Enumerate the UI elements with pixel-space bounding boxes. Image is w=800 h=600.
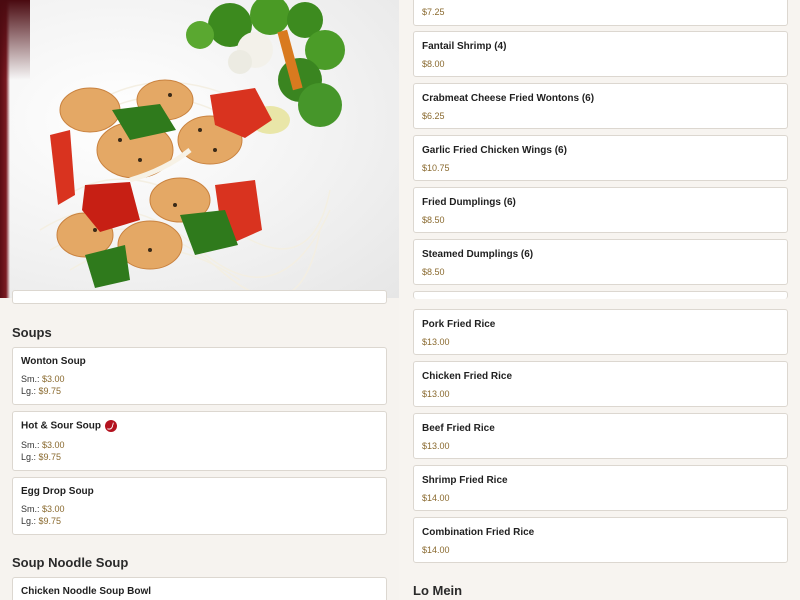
menu-item-name: Shrimp Fried Rice — [422, 475, 508, 486]
menu-item-name: Pork Fried Rice — [422, 319, 496, 330]
section-title-soups: Soups — [12, 325, 52, 340]
menu-item-price: $14.00 — [422, 493, 450, 503]
menu-item-price: $13.00 — [422, 389, 450, 399]
section-gap — [399, 299, 800, 302]
menu-item-name: Wonton Soup — [21, 356, 86, 367]
menu-item-chicken-fried-rice[interactable]: Chicken Fried Rice $13.00 — [413, 361, 788, 407]
menu-item-price-large: Lg.: $9.75 — [21, 386, 62, 396]
menu-item-combination-fried-rice[interactable]: Combination Fried Rice $14.00 — [413, 517, 788, 563]
menu-item-price-large: Lg.: $9.75 — [21, 452, 62, 462]
menu-item-garlic-fried-chicken-wings[interactable]: Garlic Fried Chicken Wings (6) $10.75 — [413, 135, 788, 181]
section-title-lo-mein: Lo Mein — [413, 583, 463, 598]
menu-item-price: $13.00 — [422, 441, 450, 451]
list-item-partial[interactable] — [413, 291, 788, 299]
menu-item-price: $7.25 — [422, 7, 445, 17]
menu-item-price: $13.00 — [422, 337, 450, 347]
menu-item-shrimp-fried-rice[interactable]: Shrimp Fried Rice $14.00 — [413, 465, 788, 511]
menu-item-name: Beef Fried Rice — [422, 423, 495, 434]
list-item-partial[interactable] — [12, 290, 387, 304]
menu-item-wonton-soup[interactable]: Wonton Soup Sm.: $3.00 Lg.: $9.75 — [12, 347, 387, 405]
menu-item-price: $10.75 — [422, 163, 450, 173]
menu-item-name: Combination Fried Rice — [422, 527, 535, 538]
menu-item-crabmeat-cheese-fried-wontons[interactable]: Crabmeat Cheese Fried Wontons (6) $6.25 — [413, 83, 788, 129]
right-column: $7.25 Fantail Shrimp (4) $8.00 Crabmeat … — [399, 0, 800, 600]
menu-item-price: $8.50 — [422, 215, 445, 225]
menu-item-fried-dumplings[interactable]: Fried Dumplings (6) $8.50 — [413, 187, 788, 233]
section-title-soup-noodle-soup: Soup Noodle Soup — [12, 555, 129, 570]
dish-illustration — [39, 0, 345, 298]
menu-item-price: $14.00 — [422, 545, 450, 555]
menu-item-name: Chicken Fried Rice — [422, 371, 513, 382]
menu-item-steamed-dumplings[interactable]: Steamed Dumplings (6) $8.50 — [413, 239, 788, 285]
menu-item-name-wrapper: Hot & Sour Soup — [21, 420, 117, 432]
menu-item-egg-drop-soup[interactable]: Egg Drop Soup Sm.: $3.00 Lg.: $9.75 — [12, 477, 387, 535]
spicy-pepper-icon — [105, 420, 117, 432]
menu-item-beef-fried-rice[interactable]: Beef Fried Rice $13.00 — [413, 413, 788, 459]
menu-item-name: Egg Drop Soup — [21, 486, 94, 497]
menu-item-chicken-noodle-soup-bowl[interactable]: Chicken Noodle Soup Bowl — [12, 577, 387, 600]
menu-item-name: Crabmeat Cheese Fried Wontons (6) — [422, 93, 595, 104]
menu-item-pork-fried-rice[interactable]: Pork Fried Rice $13.00 — [413, 309, 788, 355]
menu-item-price-small: Sm.: $3.00 — [21, 374, 65, 384]
menu-item-price-large: Lg.: $9.75 — [21, 516, 62, 526]
menu-item-name: Fantail Shrimp (4) — [422, 41, 507, 52]
menu-item-fantail-shrimp[interactable]: Fantail Shrimp (4) $8.00 — [413, 31, 788, 77]
menu-item-price: $6.25 — [422, 111, 445, 121]
menu-item-hot-sour-soup[interactable]: Hot & Sour Soup Sm.: $3.00 Lg.: $9.75 — [12, 411, 387, 471]
menu-item-name: Chicken Noodle Soup Bowl — [21, 586, 152, 597]
shrimp-stir-fry-photo — [0, 0, 399, 298]
menu-item-name: Steamed Dumplings (6) — [422, 249, 534, 260]
left-column: Soups Wonton Soup Sm.: $3.00 Lg.: $9.75 … — [0, 0, 399, 600]
menu-item-price-small: Sm.: $3.00 — [21, 440, 65, 450]
menu-item-partial-top[interactable]: $7.25 — [413, 0, 788, 26]
menu-item-name: Fried Dumplings (6) — [422, 197, 516, 208]
menu-item-name: Garlic Fried Chicken Wings (6) — [422, 145, 567, 156]
menu-item-price: $8.50 — [422, 267, 445, 277]
menu-item-price: $8.00 — [422, 59, 445, 69]
menu-item-name: Hot & Sour Soup — [21, 420, 101, 432]
menu-item-price-small: Sm.: $3.00 — [21, 504, 65, 514]
